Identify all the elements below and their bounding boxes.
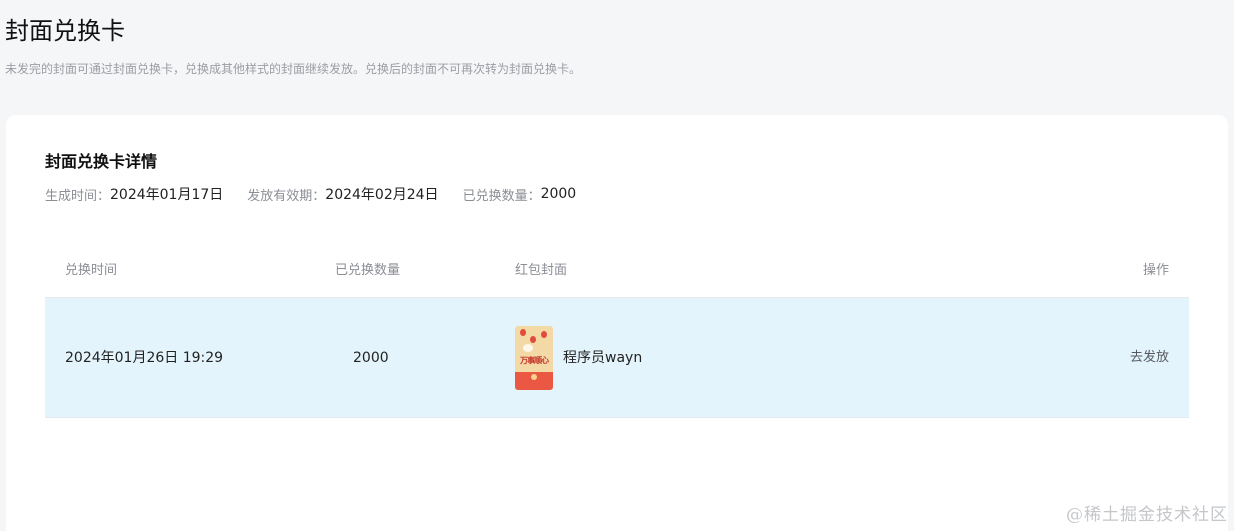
lantern-icon	[530, 336, 536, 343]
valid-label: 发放有效期：	[247, 188, 326, 204]
card-title: 封面兑换卡详情	[45, 152, 158, 171]
table-row: 2024年01月26日 19:29 2000 万事顺心 程序员wayn 去发放	[45, 298, 1189, 418]
redeemed-count: 已兑换数量： 2000	[463, 185, 577, 204]
detail-card: 封面兑换卡详情 生成时间： 2024年01月17日 发放有效期： 2024年02…	[6, 115, 1228, 531]
distribute-link[interactable]: 去发放	[1130, 348, 1169, 368]
seal-icon	[531, 374, 537, 380]
cover-name: 程序员wayn	[563, 350, 643, 366]
header-action: 操作	[1142, 263, 1169, 278]
redeemed-label: 已兑换数量：	[462, 188, 541, 204]
page: 封面兑换卡 未发完的封面可通过封面兑换卡，兑换成其他样式的封面继续发放。兑换后的…	[0, 0, 1234, 531]
valid-value: 2024年02月24日	[325, 187, 439, 203]
header-time: 兑换时间	[65, 263, 118, 278]
watermark: @稀土掘金技术社区	[1066, 505, 1228, 525]
lantern-icon	[541, 331, 547, 338]
header-count: 已兑换数量	[335, 263, 401, 278]
redemption-table: 兑换时间 已兑换数量 红包封面 操作 2024年01月26日 19:29 200…	[45, 245, 1189, 418]
valid-date: 发放有效期： 2024年02月24日	[247, 184, 438, 204]
row-cover: 万事顺心 程序员wayn	[515, 325, 642, 391]
row-time: 2024年01月26日 19:29	[65, 350, 224, 366]
table-header: 兑换时间 已兑换数量 红包封面 操作	[45, 245, 1189, 298]
card-meta: 生成时间： 2024年01月17日 发放有效期： 2024年02月24日 已兑换…	[45, 184, 600, 204]
cover-art-text: 万事顺心	[520, 356, 549, 365]
page-title: 封面兑换卡	[5, 17, 125, 45]
rabbit-icon	[523, 344, 533, 352]
page-description: 未发完的封面可通过封面兑换卡，兑换成其他样式的封面继续发放。兑换后的封面不可再次…	[5, 62, 582, 76]
created-value: 2024年01月17日	[110, 187, 224, 203]
lantern-icon	[520, 329, 526, 336]
red-packet-cover-image: 万事顺心	[515, 326, 553, 390]
created-date: 生成时间： 2024年01月17日	[45, 184, 223, 204]
redeemed-value: 2000	[540, 186, 577, 202]
created-label: 生成时间：	[45, 188, 111, 204]
header-cover: 红包封面	[515, 263, 568, 278]
row-count: 2000	[353, 350, 389, 366]
